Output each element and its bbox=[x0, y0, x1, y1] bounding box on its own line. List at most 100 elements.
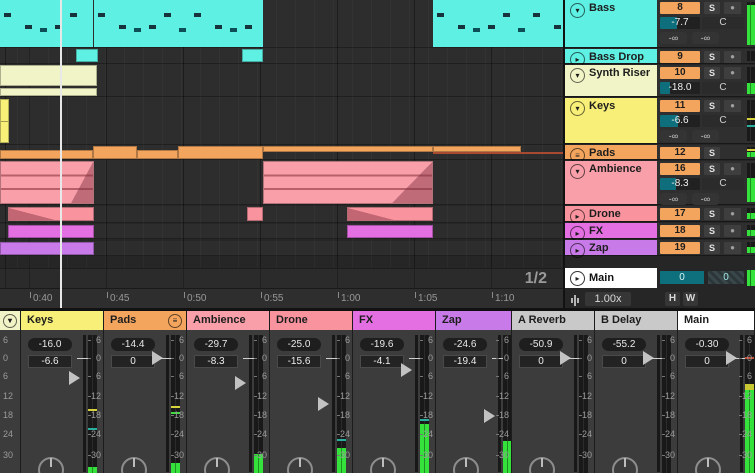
mixer-strip-header[interactable]: B Delay bbox=[595, 311, 677, 330]
fader-value-field[interactable]: 0 bbox=[685, 355, 729, 368]
play-icon[interactable]: ▸ bbox=[570, 271, 585, 286]
solo-button[interactable]: S bbox=[704, 67, 720, 79]
solo-button[interactable]: S bbox=[704, 208, 720, 220]
track-header-fx[interactable]: ▸FX bbox=[565, 223, 657, 238]
clip-pads[interactable] bbox=[93, 146, 137, 159]
track-activator[interactable]: 18 bbox=[660, 225, 700, 237]
fader-value-field[interactable]: -6.6 bbox=[28, 355, 72, 368]
track-activator[interactable]: 17 bbox=[660, 208, 700, 220]
time-ruler[interactable]: 0:400:450:500:551:001:051:10 bbox=[0, 288, 563, 308]
peak-level-value[interactable]: -25.0 bbox=[277, 338, 321, 351]
peak-level-value[interactable]: -16.0 bbox=[28, 338, 72, 351]
track-header-ambience[interactable]: ▾Ambience bbox=[565, 161, 657, 204]
chevron-down-icon[interactable]: ▾ bbox=[570, 3, 585, 18]
peak-level-value[interactable]: -29.7 bbox=[194, 338, 238, 351]
volume-field[interactable]: -6.6 bbox=[660, 115, 700, 127]
mixer-strip-header[interactable]: FX bbox=[353, 311, 435, 330]
fader-handle[interactable] bbox=[401, 363, 412, 377]
arrangement-lane-fx[interactable] bbox=[0, 224, 563, 239]
volume-field[interactable]: -7.7 bbox=[660, 17, 700, 29]
track-activator[interactable]: 16 bbox=[660, 163, 700, 175]
play-icon[interactable]: ▸ bbox=[570, 209, 585, 224]
fader-value-field[interactable]: 0 bbox=[111, 355, 155, 368]
clip-ambience[interactable] bbox=[0, 161, 94, 204]
arrangement-lane-ambience[interactable] bbox=[0, 160, 563, 205]
monitor-icon[interactable]: ● bbox=[724, 208, 741, 220]
monitor-icon[interactable]: ● bbox=[724, 242, 741, 254]
pan-field[interactable]: C bbox=[702, 82, 744, 94]
arrangement-lane-pads[interactable] bbox=[0, 145, 563, 160]
monitor-icon[interactable]: ● bbox=[724, 51, 741, 63]
track-header-zap[interactable]: ▸Zap bbox=[565, 240, 657, 255]
mixer-strip-main[interactable]: Main-0.30060612182430 bbox=[678, 311, 754, 473]
track-activator[interactable]: 11 bbox=[660, 100, 700, 112]
mixer-strip-pads[interactable]: Pads≡-14.4060612182430 bbox=[104, 311, 186, 473]
clip-fx[interactable] bbox=[347, 225, 433, 238]
peak-level-value[interactable]: -24.6 bbox=[443, 338, 487, 351]
clip-bass-drop[interactable] bbox=[76, 49, 98, 62]
play-icon[interactable]: ▸ bbox=[570, 226, 585, 241]
peak-level-value[interactable]: -0.30 bbox=[685, 338, 729, 351]
playback-rate-field[interactable]: 1.00x bbox=[585, 292, 631, 306]
solo-button[interactable]: S bbox=[704, 147, 720, 159]
send-a-field[interactable]: -∞ bbox=[660, 130, 687, 142]
solo-button[interactable]: S bbox=[704, 2, 720, 14]
mixer-strip-header[interactable]: Ambience bbox=[187, 311, 269, 330]
pan-field[interactable]: C bbox=[702, 178, 744, 190]
mixer-strip-header[interactable]: Pads≡ bbox=[104, 311, 186, 330]
mixer-strip-b-delay[interactable]: B Delay-55.2060612182430 bbox=[595, 311, 677, 473]
chevron-down-icon[interactable]: ▾ bbox=[570, 101, 585, 116]
track-header-pads[interactable]: ≡Pads bbox=[565, 145, 657, 159]
pan-knob[interactable] bbox=[612, 457, 638, 473]
pan-knob[interactable] bbox=[529, 457, 555, 473]
monitor-icon[interactable]: ● bbox=[724, 67, 741, 79]
track-activator[interactable]: 9 bbox=[660, 51, 700, 63]
clip-bass[interactable] bbox=[433, 0, 563, 47]
send-a-field[interactable]: -∞ bbox=[660, 193, 687, 205]
arrangement-lane-bass-drop[interactable] bbox=[0, 48, 563, 64]
track-header-bass-drop[interactable]: ▸Bass Drop bbox=[565, 49, 657, 63]
monitor-icon[interactable]: ● bbox=[724, 100, 741, 112]
arrangement-lane-keys[interactable] bbox=[0, 97, 563, 145]
fader-value-field[interactable]: -8.3 bbox=[194, 355, 238, 368]
fader-handle[interactable] bbox=[69, 371, 80, 385]
fader-handle[interactable] bbox=[235, 376, 246, 390]
mixer-strip-header[interactable]: ▾ bbox=[0, 311, 20, 330]
clip-drone[interactable] bbox=[8, 207, 94, 221]
preview-volume-icon[interactable] bbox=[571, 295, 584, 306]
mixer-strip-fx[interactable]: FX-19.6-4.160612182430 bbox=[353, 311, 435, 473]
mixer-strip-header[interactable]: A Reverb bbox=[512, 311, 594, 330]
mixer-strip-header[interactable]: Drone bbox=[270, 311, 352, 330]
solo-button[interactable]: S bbox=[704, 163, 720, 175]
send-b-field[interactable]: -∞ bbox=[692, 193, 719, 205]
playhead[interactable] bbox=[60, 0, 62, 308]
mixer-strip-partial[interactable]: ▾60612182430 bbox=[0, 311, 20, 473]
clip-drone[interactable] bbox=[347, 207, 433, 221]
clip-pads[interactable] bbox=[137, 150, 178, 159]
fader-value-field[interactable]: 0 bbox=[519, 355, 563, 368]
mixer-strip-a-reverb[interactable]: A Reverb-50.9060612182430 bbox=[512, 311, 594, 473]
fader-value-field[interactable]: -15.6 bbox=[277, 355, 321, 368]
track-header-bass[interactable]: ▾Bass bbox=[565, 0, 657, 47]
track-activator[interactable]: 8 bbox=[660, 2, 700, 14]
fader-track[interactable] bbox=[657, 335, 660, 472]
volume-field[interactable]: -18.0 bbox=[660, 82, 700, 94]
solo-button[interactable]: S bbox=[704, 100, 720, 112]
volume-field[interactable]: -8.3 bbox=[660, 178, 700, 190]
mixer-strip-drone[interactable]: Drone-25.0-15.660612182430 bbox=[270, 311, 352, 473]
chevron-down-icon[interactable]: ▾ bbox=[570, 68, 585, 83]
fader-track[interactable] bbox=[83, 335, 86, 472]
track-activator[interactable]: 19 bbox=[660, 242, 700, 254]
clip-pads[interactable] bbox=[178, 146, 263, 159]
track-header-synth-riser[interactable]: ▾Synth Riser bbox=[565, 65, 657, 96]
fader-value-field[interactable]: -19.4 bbox=[443, 355, 487, 368]
monitor-icon[interactable]: ● bbox=[724, 225, 741, 237]
clip-pads[interactable] bbox=[263, 146, 433, 152]
play-icon[interactable]: ▸ bbox=[570, 243, 585, 258]
arrangement-lane-synth-riser[interactable] bbox=[0, 64, 563, 97]
fader-track[interactable] bbox=[166, 335, 169, 472]
fader-value-field[interactable]: 0 bbox=[602, 355, 646, 368]
pan-knob[interactable] bbox=[453, 457, 479, 473]
mixer-strip-header[interactable]: Zap bbox=[436, 311, 511, 330]
clip-zap[interactable] bbox=[0, 242, 94, 255]
